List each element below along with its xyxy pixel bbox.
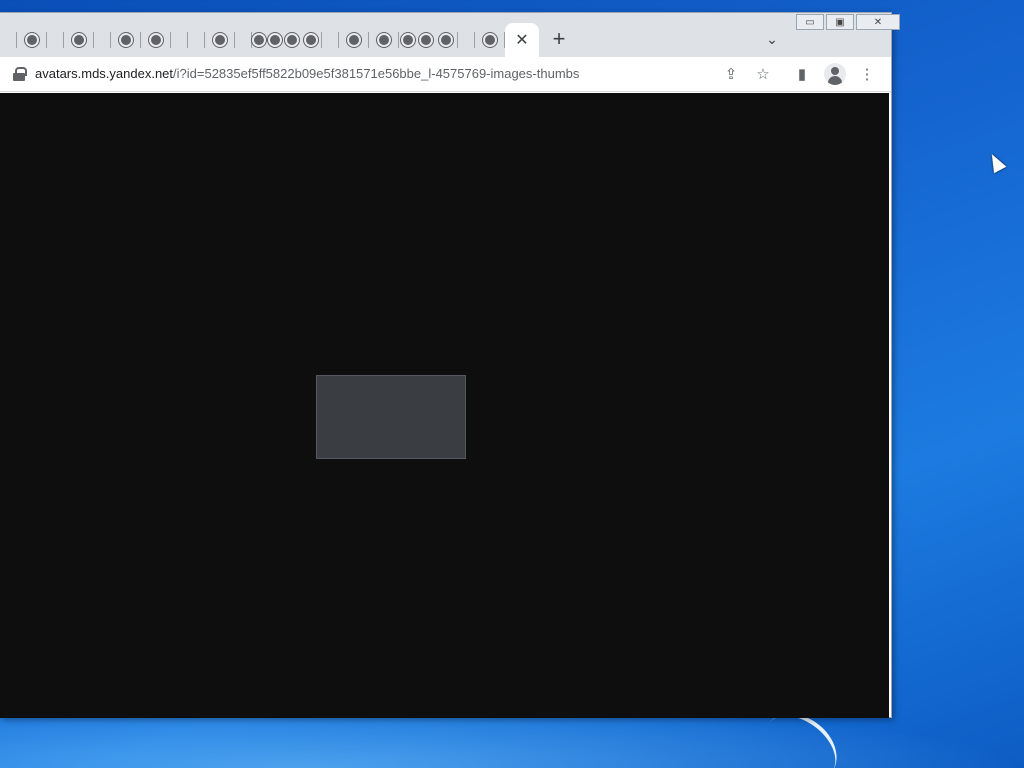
browser-window: ✕ + ⌄ ▭ ▣ ✕ avatars.mds.yandex.net/i?id=… (0, 12, 900, 718)
tab[interactable] (171, 23, 188, 57)
window-controls: ▭ ▣ ✕ (796, 14, 900, 30)
tab[interactable] (94, 23, 111, 57)
address-bar[interactable]: avatars.mds.yandex.net/i?id=52835ef5ff58… (35, 66, 579, 81)
tab[interactable] (399, 23, 417, 57)
tab[interactable] (188, 23, 205, 57)
tab[interactable] (322, 23, 339, 57)
url-host: avatars.mds.yandex.net (35, 66, 174, 81)
tab[interactable] (111, 23, 141, 57)
tab[interactable] (47, 23, 64, 57)
favicon-icon (149, 33, 163, 47)
tab[interactable] (300, 23, 322, 57)
new-tab-button[interactable]: + (539, 22, 579, 56)
favicon-icon (439, 33, 453, 47)
tab[interactable] (17, 23, 47, 57)
tab[interactable] (205, 23, 235, 57)
minimize-button[interactable]: ▭ (796, 14, 824, 30)
bookmark-star-icon[interactable]: ☆ (753, 64, 773, 84)
favicon-icon (213, 33, 227, 47)
image-thumbnail[interactable] (316, 375, 466, 459)
close-window-button[interactable]: ✕ (856, 14, 900, 30)
tab[interactable] (235, 23, 252, 57)
favicon-icon (347, 33, 361, 47)
active-tab[interactable]: ✕ (505, 23, 539, 57)
tab[interactable] (64, 23, 94, 57)
tab[interactable] (283, 23, 300, 57)
mouse-cursor-icon (985, 150, 1007, 174)
favicon-icon (72, 33, 86, 47)
tab[interactable] (434, 23, 458, 57)
favicon-icon (284, 33, 299, 47)
tab[interactable] (369, 23, 399, 57)
close-tab-icon[interactable]: ✕ (515, 30, 528, 50)
menu-icon[interactable]: ⋮ (857, 64, 877, 84)
tab[interactable] (339, 23, 369, 57)
favicon-icon (401, 33, 415, 47)
tab-strip: ✕ + (0, 13, 891, 57)
favicon-icon (377, 33, 391, 47)
tab[interactable] (458, 23, 475, 57)
tab[interactable] (417, 23, 434, 57)
tab[interactable] (252, 23, 266, 57)
address-bar-row: avatars.mds.yandex.net/i?id=52835ef5ff58… (0, 57, 891, 92)
tab[interactable] (475, 23, 505, 57)
tab-search-chevron-down-icon[interactable]: ⌄ (760, 27, 784, 51)
page-viewport (0, 93, 889, 718)
url-path: /i?id=52835ef5ff5822b09e5f381571e56bbe_l… (173, 66, 580, 81)
tab[interactable] (141, 23, 171, 57)
favicon-icon (252, 33, 266, 47)
profile-icon[interactable] (824, 63, 846, 85)
share-icon[interactable]: ⇪ (721, 64, 741, 84)
favicon-icon (483, 33, 497, 47)
favicon-icon (304, 33, 318, 47)
side-panel-icon[interactable]: ▮ (792, 64, 812, 84)
tab[interactable] (266, 23, 283, 57)
favicon-icon (418, 33, 433, 47)
lock-icon[interactable] (13, 67, 27, 81)
favicon-icon (267, 33, 282, 47)
favicon-icon (25, 33, 39, 47)
tab[interactable] (0, 23, 17, 57)
favicon-icon (119, 33, 133, 47)
maximize-button[interactable]: ▣ (826, 14, 854, 30)
